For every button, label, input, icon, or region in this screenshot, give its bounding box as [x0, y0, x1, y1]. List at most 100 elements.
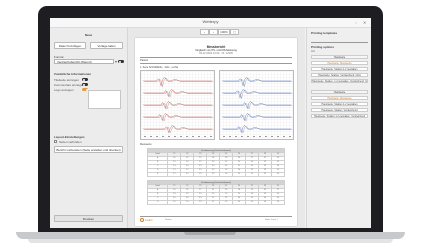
trace-line [143, 113, 212, 122]
laptop-bezel: Wetterpy ▫ ✕ Neue Datei hinzufügen Vorla… [38, 6, 383, 234]
print-button[interactable]: Drucken [54, 215, 123, 222]
table-row: D 2.0 2.5 2.3 2.7 2.2 2.4 2.1 2.6 2.3 [146, 200, 286, 205]
template-option[interactable]: Hauptseite, Messwerte [311, 61, 368, 65]
toggle-switch[interactable] [82, 83, 88, 86]
table-cell: E [146, 172, 169, 177]
previous-page-icon[interactable]: ‹ [200, 29, 209, 35]
axis-tick [186, 136, 188, 137]
axis-tick [235, 136, 237, 137]
table-cell: 2.4 [232, 200, 247, 205]
axis-tick [168, 136, 170, 137]
laptop-notch [184, 232, 236, 235]
left-traces [143, 77, 214, 137]
template-option[interactable]: Hauptseite, Spalten 1-2 gespalten, Vergl… [311, 114, 368, 118]
table-cell: 2.0 [270, 172, 286, 177]
laptop-base [16, 232, 405, 239]
laptop-frame: Wetterpy ▫ ✕ Neue Datei hinzufügen Vorla… [16, 6, 405, 243]
table-row: E 1.7 2.0 1.9 2.3 1.8 2.1 1.9 2.2 2.0 [146, 172, 286, 177]
template-option[interactable]: Hauptseite, Spalten 1-2 gespalten [311, 102, 368, 106]
trace-line [143, 77, 212, 87]
preview-area: ‹ › 100% ▢ Messbericht Vergleich von PS-… [128, 28, 305, 228]
zoom-level[interactable]: 100% [218, 29, 230, 35]
axis-tick [144, 136, 146, 137]
table-label: Messwerte [140, 143, 152, 146]
trace-line [222, 101, 291, 110]
table-cell: 2.3 [206, 172, 221, 177]
app-screen: Wetterpy ▫ ✕ Neue Datei hinzufügen Vorla… [50, 18, 371, 228]
chevron-down-icon[interactable]: ▾ [115, 59, 117, 64]
axis-tick [204, 136, 206, 137]
trace-line-reference [144, 78, 214, 87]
trace-line-reference [144, 113, 214, 122]
axis-tick [241, 136, 243, 137]
window-titlebar: Wetterpy ▫ ✕ [50, 18, 371, 28]
axis-tick [283, 136, 285, 137]
template-option[interactable]: Hauptseite, Spalten, Vergleichend [311, 108, 368, 112]
toggle-switch[interactable] [82, 78, 88, 81]
trace-line-reference [223, 101, 293, 110]
trace-line-reference [144, 126, 214, 134]
axis-tick [247, 136, 249, 137]
maximize-icon[interactable]: ▫ [355, 20, 356, 25]
axis-tick [223, 136, 225, 137]
comment-textarea[interactable] [88, 90, 121, 109]
laptop-shadow [28, 239, 393, 243]
template-option[interactable]: Hauptseite, Spalten, 1-2 gespalten, Verg… [311, 79, 368, 83]
report-meta: 03.12.2023 14:30 · Nr. 12345 [199, 52, 233, 55]
divider [140, 63, 292, 64]
left-trace-chart [140, 70, 215, 140]
close-icon[interactable]: ✕ [363, 20, 366, 25]
divider [140, 216, 292, 217]
template-option[interactable]: Hauptseite, Spalten, Vergleichend, Infos [311, 73, 368, 77]
divider [140, 57, 292, 58]
prepare-report-button[interactable]: Bericht vorbereiten (Seite erstellen und… [54, 146, 123, 153]
trace-line-reference [144, 89, 214, 98]
table-cell: 2.1 [245, 200, 259, 205]
printing-templates-title: Printing templates [311, 31, 338, 35]
toggle-label: Logo anzeigen [54, 88, 74, 92]
format-select[interactable]: Vergleichsbericht (Report) [54, 59, 114, 64]
right-traces [222, 77, 293, 137]
values-table-1: Schnittmessung (Durchschnittswerte) Kana… [146, 148, 286, 177]
axis-tick [198, 136, 200, 137]
load-template-button[interactable]: Vorlage laden [90, 42, 123, 49]
axis-tick [253, 136, 255, 137]
toggle-label: Kommentare anzeigen [54, 83, 85, 87]
template-option[interactable]: Hauptseite [311, 90, 368, 94]
template-option[interactable]: Hauptseite, Messwerte [311, 96, 368, 100]
logo-icon [140, 218, 144, 222]
template-option[interactable]: Hauptseite [311, 55, 368, 59]
table-cell: 2.5 [180, 200, 195, 205]
chart-label: 1. Serie Schnittfläche · links · rechts [140, 66, 179, 69]
table-cell: 2.7 [206, 200, 221, 205]
paper-size-tag: A4 [311, 49, 315, 53]
add-file-button[interactable]: Datei hinzufügen [54, 42, 86, 49]
join-pages-checkbox[interactable] [54, 140, 57, 143]
trace-line [222, 125, 291, 134]
table-cell: D [146, 200, 169, 205]
axis-tick [265, 136, 267, 137]
join-pages-label: Seiten verbinden [59, 140, 82, 144]
table-cell: 1.8 [219, 172, 234, 177]
table-cell: 2.3 [193, 200, 208, 205]
table-cell: 1.9 [193, 172, 208, 177]
axis-tick [229, 136, 231, 137]
axis-tick [156, 136, 158, 137]
trace-line [143, 125, 212, 134]
axis-tick [271, 136, 273, 137]
template-option[interactable]: Hauptseite, Spalten 1-2 gespalten [311, 67, 368, 71]
footer-date: Datum [165, 219, 172, 221]
table-cell: 2.0 [180, 172, 195, 177]
next-page-icon[interactable]: › [209, 29, 218, 35]
fit-page-icon[interactable]: ▢ [230, 29, 239, 35]
divider [311, 42, 368, 43]
table-cell: 2.0 [167, 200, 182, 205]
axis-tick [210, 136, 212, 137]
format-toggle[interactable] [118, 60, 124, 63]
table-cell: 2.2 [219, 200, 234, 205]
axis-tick [174, 136, 176, 137]
panel-header: Neue [84, 33, 93, 37]
table-cell: 1.9 [245, 172, 259, 177]
preview-toolbar: ‹ › 100% ▢ [128, 28, 305, 37]
footer-page: Seite 1 von 1 [265, 219, 278, 221]
